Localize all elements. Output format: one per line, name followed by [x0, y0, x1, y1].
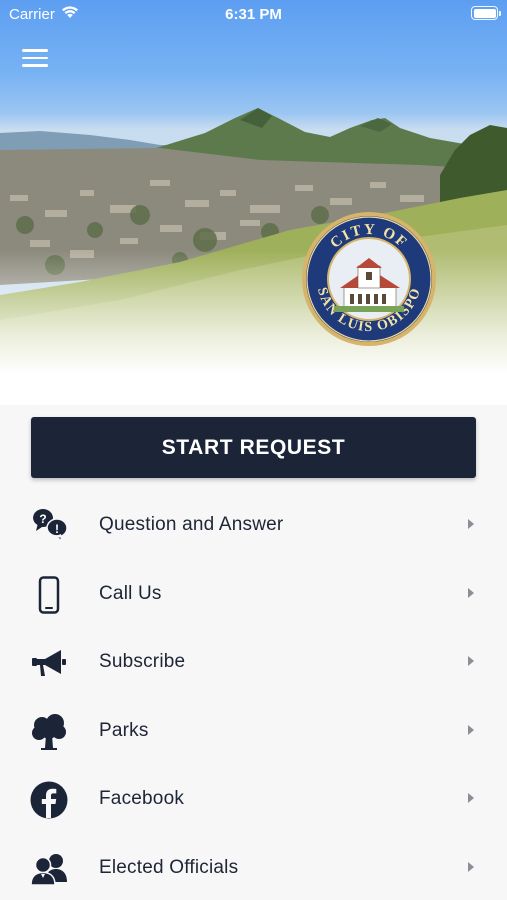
menu-item-label: Call Us [99, 582, 162, 604]
chevron-right-icon [468, 793, 474, 803]
menu-item-question-and-answer[interactable]: ? ! Question and Answer [0, 492, 507, 561]
battery-icon [471, 6, 501, 20]
question-answer-icon: ? ! [29, 506, 69, 546]
clock-time: 6:31 PM [225, 6, 282, 23]
svg-text:!: ! [55, 522, 59, 536]
phone-icon [29, 575, 69, 615]
tree-icon [29, 712, 69, 752]
chevron-right-icon [468, 587, 474, 598]
hero-header: CITY OF SAN LUIS OBISPO [0, 0, 507, 405]
svg-text:?: ? [39, 512, 46, 526]
menu-item-label: Facebook [99, 788, 185, 809]
menu-item-parks[interactable]: Parks [0, 698, 507, 767]
menu-item-label: Parks [99, 719, 149, 741]
hamburger-menu-button[interactable] [22, 49, 48, 71]
people-icon [29, 849, 69, 889]
facebook-icon [29, 780, 69, 820]
menu-item-label: Subscribe [99, 651, 186, 672]
menu-item-label: Question and Answer [99, 514, 284, 535]
chevron-right-icon [468, 656, 474, 666]
start-request-label: START REQUEST [161, 435, 346, 459]
menu-list: ? ! Question and Answer Call Us Subscrib… [0, 492, 507, 900]
megaphone-icon [29, 643, 69, 683]
menu-item-label: Elected Officials [99, 856, 239, 878]
chevron-right-icon [468, 519, 474, 529]
chevron-right-icon [468, 861, 474, 872]
chevron-right-icon [468, 724, 474, 735]
hamburger-menu-icon [22, 49, 48, 52]
menu-item-elected-officials[interactable]: Elected Officials [0, 835, 507, 900]
start-request-button[interactable]: START REQUEST [31, 417, 476, 478]
menu-item-facebook[interactable]: Facebook [0, 766, 507, 835]
status-bar: Carrier 6:31 PM [0, 0, 507, 30]
city-seal-logo: CITY OF SAN LUIS OBISPO [302, 212, 436, 346]
menu-item-call-us[interactable]: Call Us [0, 561, 507, 630]
menu-item-subscribe[interactable]: Subscribe [0, 629, 507, 698]
